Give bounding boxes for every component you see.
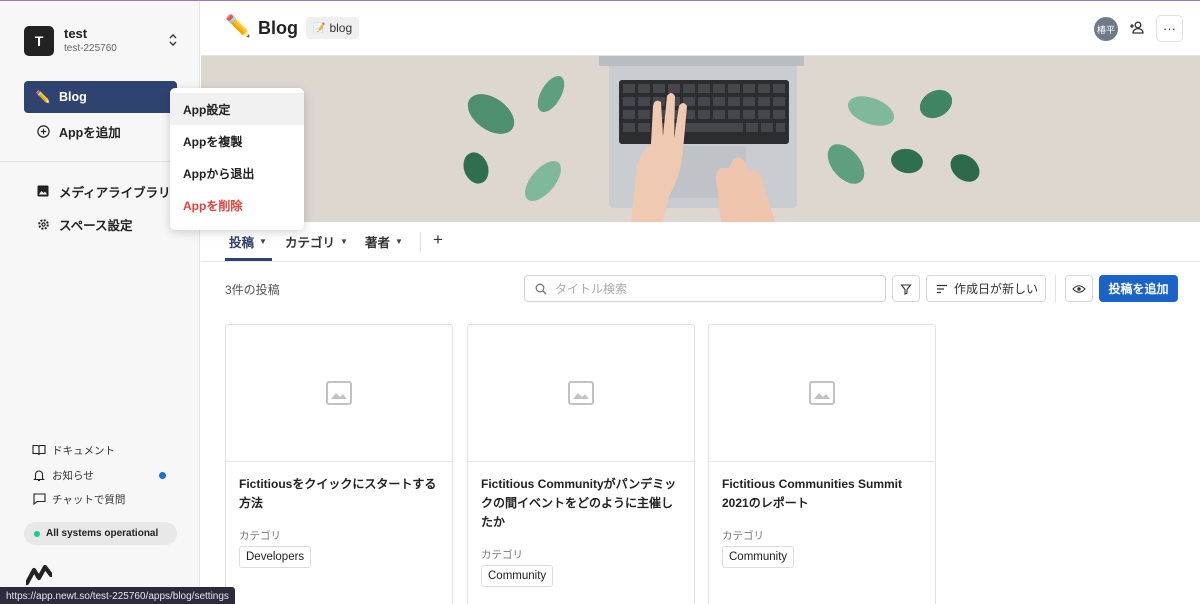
- caret-down-icon: ▼: [259, 236, 267, 246]
- post-count: 3件の投稿: [225, 283, 280, 297]
- tab-posts[interactable]: 投稿 ▼: [229, 232, 267, 250]
- eye-icon: [1072, 284, 1086, 293]
- space-info: test test-225760: [64, 26, 117, 56]
- search-input[interactable]: [555, 281, 855, 296]
- page-title: Blog: [258, 18, 298, 38]
- app-header: ✏️ Blog 📝 blog 椿平 ···: [201, 1, 1200, 56]
- unread-badge: [159, 472, 166, 479]
- ellipsis-icon: ···: [1163, 21, 1176, 36]
- status-dot: [34, 530, 40, 537]
- tab-label: 著者: [365, 235, 391, 250]
- pencil-icon: ✏️: [225, 15, 252, 38]
- card-thumbnail: [226, 325, 452, 462]
- search-box: [524, 275, 886, 302]
- docs-label: ドキュメント: [52, 444, 115, 457]
- app-cover-image: [201, 56, 1200, 222]
- tab-label: 投稿: [229, 235, 255, 250]
- caret-down-icon: ▼: [395, 236, 403, 246]
- space-switcher[interactable]: T test test-225760: [24, 23, 184, 59]
- bell-icon: [32, 468, 46, 482]
- category-label: カテゴリ: [481, 549, 523, 561]
- post-title: Fictitious Communities Summit 2021のレポート: [722, 477, 903, 510]
- app-uid-badge: 📝 blog: [306, 17, 360, 39]
- space-name: test: [64, 26, 88, 41]
- sort-label: 作成日が新しい: [954, 282, 1039, 296]
- newt-logo-icon: [26, 564, 52, 586]
- space-avatar: T: [24, 26, 54, 56]
- post-card[interactable]: Fictitious Communityがパンデミックの間イベントをどのように主…: [467, 324, 695, 604]
- category-label: カテゴリ: [722, 530, 764, 542]
- docs-link[interactable]: ドキュメント: [32, 441, 115, 459]
- category-tag: Community: [481, 565, 554, 587]
- media-library-label: メディアライブラリ: [59, 185, 171, 200]
- search-icon: [535, 283, 547, 294]
- menu-item-app-settings[interactable]: App設定: [170, 93, 304, 125]
- menu-item-delete-app[interactable]: Appを削除: [170, 189, 304, 221]
- caret-down-icon: ▼: [340, 236, 348, 246]
- menu-item-duplicate-app[interactable]: Appを複製: [170, 125, 304, 157]
- chat-link[interactable]: チャットで質問: [32, 490, 125, 508]
- sidebar-item-blog[interactable]: ✏️ Blog: [24, 81, 177, 113]
- plus-circle-icon: [36, 124, 50, 138]
- sidebar-item-space-settings[interactable]: スペース設定: [24, 208, 177, 240]
- image-placeholder-icon: [809, 381, 835, 405]
- sidebar-item-label: Blog: [59, 90, 87, 104]
- filter-icon: [900, 283, 912, 295]
- post-title: Fictitious Communityがパンデミックの間イベントをどのように主…: [481, 477, 677, 529]
- add-post-button[interactable]: 投稿を追加: [1099, 275, 1178, 302]
- tab-categories[interactable]: カテゴリ ▼: [285, 232, 348, 250]
- post-card[interactable]: Fictitious Communities Summit 2021のレポート …: [708, 324, 936, 604]
- filter-button[interactable]: [892, 275, 920, 302]
- toolbar-divider: [1055, 275, 1056, 302]
- news-label: お知らせ: [52, 469, 94, 482]
- chevron-up-down-icon: [169, 34, 177, 46]
- space-settings-label: スペース設定: [59, 218, 133, 233]
- add-app-label: Appを追加: [59, 125, 121, 140]
- post-card[interactable]: Fictitiousをクイックにスタートする方法 カテゴリ Developers: [225, 324, 453, 604]
- pencil-icon: ✏️: [35, 90, 51, 104]
- image-placeholder-icon: [568, 381, 594, 405]
- book-icon: [32, 443, 46, 457]
- plus-icon: +: [433, 230, 443, 249]
- post-title: Fictitiousをクイックにスタートする方法: [239, 477, 437, 510]
- category-label: カテゴリ: [239, 530, 281, 542]
- content-model-tabs: 投稿 ▼ カテゴリ ▼ 著者 ▼ +: [201, 222, 1200, 262]
- card-thumbnail: [709, 325, 935, 462]
- sort-button[interactable]: 作成日が新しい: [926, 275, 1046, 302]
- link-preview-url: https://app.newt.so/test-225760/apps/blo…: [0, 587, 235, 604]
- add-model-button[interactable]: +: [433, 230, 443, 250]
- laptop-leaves-illustration: [201, 56, 1200, 222]
- gear-icon: [36, 217, 50, 231]
- category-tag: Community: [722, 546, 795, 568]
- image-placeholder-icon: [326, 381, 352, 405]
- category-tag: Developers: [239, 546, 312, 568]
- tab-authors[interactable]: 著者 ▼: [365, 232, 403, 250]
- avatar[interactable]: 椿平: [1094, 17, 1118, 41]
- more-options-button[interactable]: ···: [1156, 15, 1183, 42]
- preview-toggle-button[interactable]: [1065, 275, 1093, 302]
- add-user-icon[interactable]: [1128, 19, 1146, 37]
- add-app-button[interactable]: Appを追加: [24, 115, 177, 147]
- image-icon: [36, 184, 50, 198]
- sidebar-item-media-library[interactable]: メディアライブラリ: [24, 175, 177, 207]
- chat-icon: [32, 492, 46, 506]
- pencil-icon: 📝: [313, 22, 326, 34]
- card-thumbnail: [468, 325, 694, 462]
- news-link[interactable]: お知らせ: [32, 466, 94, 484]
- sort-icon: [937, 284, 947, 293]
- menu-item-leave-app[interactable]: Appから退出: [170, 157, 304, 189]
- active-tab-indicator: [225, 258, 272, 261]
- chat-label: チャットで質問: [52, 493, 126, 506]
- app-uid: blog: [329, 21, 353, 35]
- system-status[interactable]: All systems operational: [24, 522, 177, 545]
- tab-label: カテゴリ: [285, 235, 336, 250]
- status-label: All systems operational: [46, 528, 159, 539]
- tab-divider: [420, 232, 421, 252]
- space-id: test-225760: [64, 43, 117, 54]
- app-context-menu: App設定 Appを複製 Appから退出 Appを削除: [170, 88, 304, 230]
